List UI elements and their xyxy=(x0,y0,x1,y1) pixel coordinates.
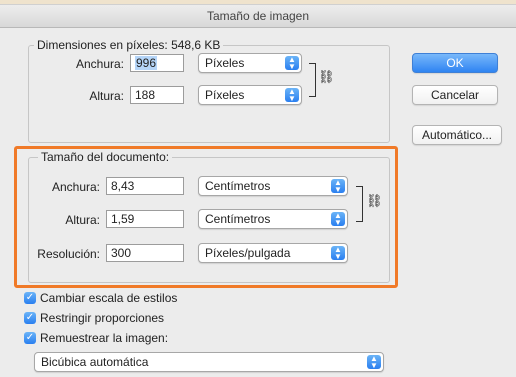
pixel-height-field[interactable]: 188 xyxy=(130,86,184,104)
dialog-title: Tamaño de imagen xyxy=(0,5,516,28)
resample-method-select[interactable]: Bicúbica automática ▲ ▼ xyxy=(34,352,384,372)
checkmark-icon: ✓ xyxy=(24,312,36,324)
document-size-highlight xyxy=(14,146,398,288)
pixel-dimensions-title: Dimensiones en píxeles: 548,6 KB xyxy=(34,38,224,52)
updown-arrows-icon: ▲ ▼ xyxy=(285,88,299,103)
pixel-width-label: Anchura: xyxy=(75,57,124,71)
constrain-proportions-checkbox[interactable]: ✓ Restringir proporciones xyxy=(24,311,164,325)
image-size-dialog: Tamaño de imagen Dimensiones en píxeles:… xyxy=(0,4,516,377)
pixel-height-unit-select[interactable]: Píxeles ▲ ▼ xyxy=(198,85,302,105)
pixel-height-label: Altura: xyxy=(89,89,124,103)
resample-checkbox[interactable]: ✓ Remuestrear la imagen: xyxy=(24,331,168,345)
checkmark-icon: ✓ xyxy=(24,292,36,304)
cancel-button[interactable]: Cancelar xyxy=(412,85,498,105)
auto-button[interactable]: Automático... xyxy=(412,125,502,145)
ok-button[interactable]: OK xyxy=(412,53,498,73)
pixel-link-bracket xyxy=(309,63,316,97)
updown-arrows-icon: ▲ ▼ xyxy=(367,355,381,370)
pixel-width-field[interactable]: 996 xyxy=(130,54,184,72)
link-chain-icon: ⛓ xyxy=(318,69,335,84)
checkmark-icon: ✓ xyxy=(24,332,36,344)
scale-styles-checkbox[interactable]: ✓ Cambiar escala de estilos xyxy=(24,291,177,305)
pixel-width-unit-select[interactable]: Píxeles ▲ ▼ xyxy=(198,53,302,73)
updown-arrows-icon: ▲ ▼ xyxy=(285,56,299,71)
